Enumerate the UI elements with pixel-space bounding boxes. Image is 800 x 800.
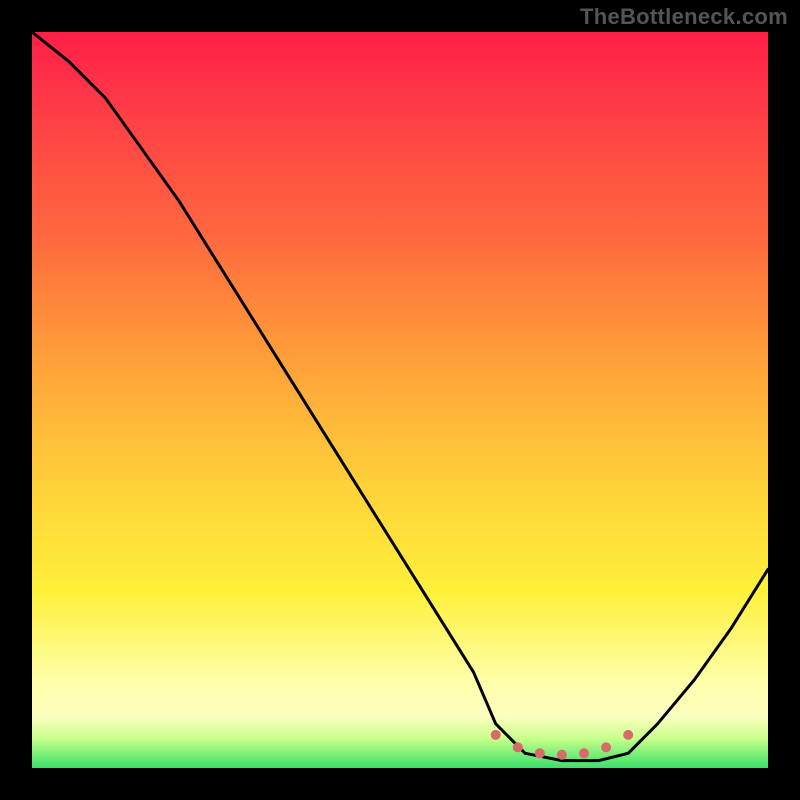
basin-dot (579, 748, 589, 758)
basin-dot (491, 730, 501, 740)
basin-dot (601, 742, 611, 752)
curve-layer (32, 32, 768, 768)
bottleneck-curve-line (32, 32, 768, 761)
basin-dot (535, 748, 545, 758)
basin-dot (513, 742, 523, 752)
plot-area (32, 32, 768, 768)
basin-dot (557, 750, 567, 760)
basin-dot (623, 730, 633, 740)
watermark-text: TheBottleneck.com (580, 4, 788, 30)
basin-marker (491, 730, 634, 760)
chart-frame: TheBottleneck.com (0, 0, 800, 800)
